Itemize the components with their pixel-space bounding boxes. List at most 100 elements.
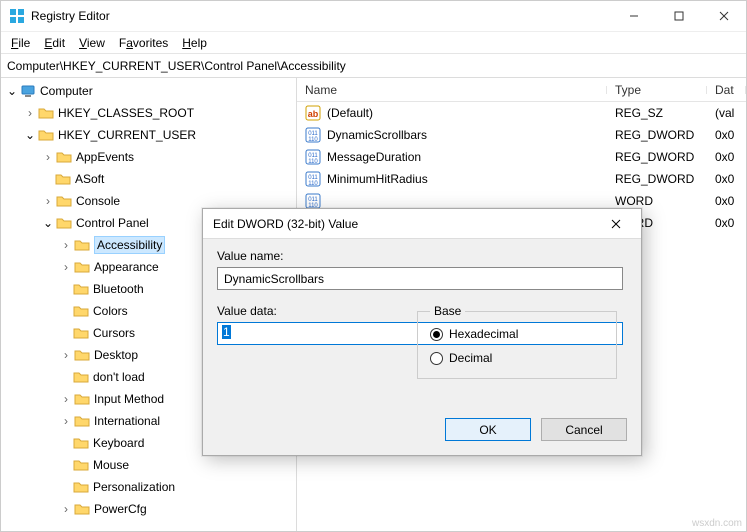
tree-label: Desktop — [94, 348, 138, 362]
tree-hkcu[interactable]: ⌄ HKEY_CURRENT_USER — [1, 124, 296, 146]
tree-appevents[interactable]: › AppEvents — [1, 146, 296, 168]
close-button[interactable] — [701, 1, 746, 31]
list-row[interactable]: ab(Default)REG_SZ(val — [297, 102, 746, 124]
tree-label: AppEvents — [76, 150, 134, 164]
cancel-button[interactable]: Cancel — [541, 418, 627, 441]
value-type: REG_DWORD — [607, 150, 707, 164]
edit-dword-dialog: Edit DWORD (32-bit) Value Value name: Va… — [202, 208, 642, 456]
folder-icon — [73, 457, 89, 473]
menu-view[interactable]: View — [73, 34, 111, 52]
col-name[interactable]: Name — [297, 83, 607, 97]
address-bar[interactable]: Computer\HKEY_CURRENT_USER\Control Panel… — [1, 54, 746, 78]
list-header: Name Type Dat — [297, 78, 746, 102]
tree-computer[interactable]: ⌄ Computer — [1, 80, 296, 102]
computer-icon — [20, 83, 36, 99]
string-value-icon: ab — [305, 105, 321, 121]
tree-powercfg[interactable]: ›PowerCfg — [1, 498, 296, 520]
value-data: 0x0 — [707, 150, 746, 164]
folder-icon — [73, 435, 89, 451]
tree-label: don't load — [93, 370, 145, 384]
radio-dot-icon — [430, 352, 443, 365]
chevron-right-icon[interactable]: › — [59, 414, 73, 428]
tree-label: ASoft — [75, 172, 104, 186]
menu-favorites[interactable]: Favorites — [113, 34, 174, 52]
folder-icon — [38, 105, 54, 121]
minimize-button[interactable] — [611, 1, 656, 31]
folder-icon — [74, 413, 90, 429]
tree-label: Console — [76, 194, 120, 208]
menu-edit[interactable]: Edit — [38, 34, 71, 52]
dialog-close-button[interactable] — [601, 209, 631, 239]
folder-icon — [73, 369, 89, 385]
col-type[interactable]: Type — [607, 83, 707, 97]
tree-label: Bluetooth — [93, 282, 144, 296]
tree-asoft[interactable]: ASoft — [1, 168, 296, 190]
folder-icon — [56, 193, 72, 209]
tree-label: Accessibility — [94, 236, 165, 254]
value-data: 0x0 — [707, 172, 746, 186]
ok-button[interactable]: OK — [445, 418, 531, 441]
folder-icon — [73, 325, 89, 341]
regedit-icon — [9, 8, 25, 24]
folder-icon — [74, 391, 90, 407]
value-name-input[interactable] — [217, 267, 623, 290]
dialog-titlebar: Edit DWORD (32-bit) Value — [203, 209, 641, 239]
radio-hex[interactable]: Hexadecimal — [430, 322, 604, 346]
value-type: REG_SZ — [607, 106, 707, 120]
svg-text:110: 110 — [308, 181, 318, 187]
chevron-down-icon[interactable]: ⌄ — [23, 128, 37, 142]
list-row[interactable]: 011110MessageDurationREG_DWORD0x0 — [297, 146, 746, 168]
value-type: REG_DWORD — [607, 172, 707, 186]
svg-text:ab: ab — [308, 109, 319, 119]
svg-text:110: 110 — [308, 159, 318, 165]
chevron-right-icon[interactable]: › — [59, 502, 73, 516]
radio-dec[interactable]: Decimal — [430, 346, 604, 370]
chevron-down-icon[interactable]: ⌄ — [5, 84, 19, 98]
folder-icon — [74, 237, 90, 253]
value-name: MinimumHitRadius — [327, 172, 428, 186]
chevron-right-icon[interactable]: › — [59, 392, 73, 406]
tree-hkcr[interactable]: › HKEY_CLASSES_ROOT — [1, 102, 296, 124]
value-data-label: Value data: — [217, 304, 397, 318]
value-data: 0x0 — [707, 194, 746, 208]
dialog-title: Edit DWORD (32-bit) Value — [213, 217, 601, 231]
svg-text:110: 110 — [308, 137, 318, 143]
address-text: Computer\HKEY_CURRENT_USER\Control Panel… — [7, 59, 346, 73]
watermark: wsxdn.com — [692, 518, 742, 529]
value-name-label: Value name: — [217, 249, 627, 263]
value-data: 0x0 — [707, 216, 746, 230]
list-row[interactable]: 011110DynamicScrollbarsREG_DWORD0x0 — [297, 124, 746, 146]
list-row[interactable]: 011110MinimumHitRadiusREG_DWORD0x0 — [297, 168, 746, 190]
tree-label: Colors — [93, 304, 128, 318]
value-name: (Default) — [327, 106, 373, 120]
value-name: MessageDuration — [327, 150, 421, 164]
radio-hex-label: Hexadecimal — [449, 327, 518, 341]
menu-file[interactable]: File — [5, 34, 36, 52]
chevron-down-icon[interactable]: ⌄ — [41, 216, 55, 230]
chevron-right-icon[interactable]: › — [59, 348, 73, 362]
folder-icon — [73, 281, 89, 297]
tree-label: Appearance — [94, 260, 159, 274]
tree-label: International — [94, 414, 160, 428]
folder-icon — [74, 259, 90, 275]
chevron-right-icon[interactable]: › — [59, 238, 73, 252]
tree-label: Cursors — [93, 326, 135, 340]
base-legend: Base — [430, 304, 465, 318]
col-data[interactable]: Dat — [707, 83, 746, 97]
chevron-right-icon[interactable]: › — [59, 260, 73, 274]
menu-help[interactable]: Help — [176, 34, 213, 52]
tree-label: HKEY_CURRENT_USER — [58, 128, 196, 142]
maximize-button[interactable] — [656, 1, 701, 31]
folder-icon — [38, 127, 54, 143]
tree-label: Control Panel — [76, 216, 149, 230]
tree-label: Personalization — [93, 480, 175, 494]
tree-mouse[interactable]: Mouse — [1, 454, 296, 476]
value-data: 0x0 — [707, 128, 746, 142]
tree-label: Keyboard — [93, 436, 144, 450]
chevron-right-icon[interactable]: › — [41, 150, 55, 164]
tree-personalization[interactable]: Personalization — [1, 476, 296, 498]
chevron-right-icon[interactable]: › — [23, 106, 37, 120]
chevron-right-icon[interactable]: › — [41, 194, 55, 208]
tree-label: Input Method — [94, 392, 164, 406]
radio-dec-label: Decimal — [449, 351, 492, 365]
